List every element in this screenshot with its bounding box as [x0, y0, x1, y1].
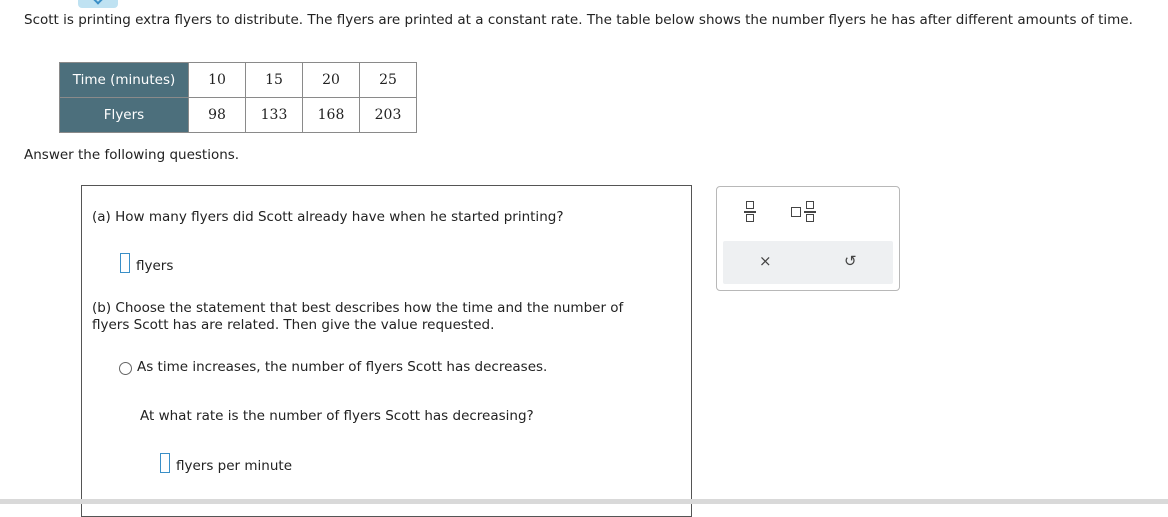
table-cell: 98: [188, 97, 246, 133]
math-tools-panel: × ↺: [716, 186, 900, 291]
table-cell: 25: [359, 62, 417, 98]
option-radio[interactable]: [119, 362, 132, 375]
question-b: (b) Choose the statement that best descr…: [92, 300, 662, 334]
rate-unit: flyers per minute: [176, 458, 293, 474]
bottom-scrollbar[interactable]: [0, 499, 1168, 504]
mixed-number-icon[interactable]: [791, 200, 819, 224]
row-header-flyers: Flyers: [59, 97, 189, 133]
problem-statement: Scott is printing extra flyers to distri…: [24, 12, 1133, 28]
table-row: Flyers 98 133 168 203: [59, 97, 417, 133]
fraction-icon[interactable]: [743, 200, 757, 224]
table-cell: 133: [245, 97, 303, 133]
rate-answer-input[interactable]: [160, 453, 170, 473]
answer-instructions: Answer the following questions.: [24, 147, 240, 163]
row-header-time: Time (minutes): [59, 62, 189, 98]
collapse-handle[interactable]: [78, 0, 118, 8]
table-cell: 10: [188, 62, 246, 98]
table-row: Time (minutes) 10 15 20 25: [59, 62, 417, 98]
table-cell: 203: [359, 97, 417, 133]
question-panel: (a) How many flyers did Scott already ha…: [81, 185, 692, 517]
part-a-answer-input[interactable]: [120, 253, 130, 273]
option-label[interactable]: As time increases, the number of flyers …: [137, 359, 657, 376]
tool-actions-row: × ↺: [723, 241, 893, 284]
question-b-text: (b) Choose the statement that best descr…: [92, 300, 624, 333]
table-cell: 15: [245, 62, 303, 98]
table-cell: 168: [302, 97, 360, 133]
clear-icon[interactable]: ×: [759, 252, 772, 270]
part-a-unit: flyers: [136, 258, 174, 274]
table-cell: 20: [302, 62, 360, 98]
question-a: (a) How many flyers did Scott already ha…: [92, 209, 564, 225]
undo-icon[interactable]: ↺: [844, 252, 857, 270]
data-table: Time (minutes) 10 15 20 25 Flyers 98 133…: [59, 62, 417, 133]
rate-question: At what rate is the number of flyers Sco…: [140, 408, 534, 424]
